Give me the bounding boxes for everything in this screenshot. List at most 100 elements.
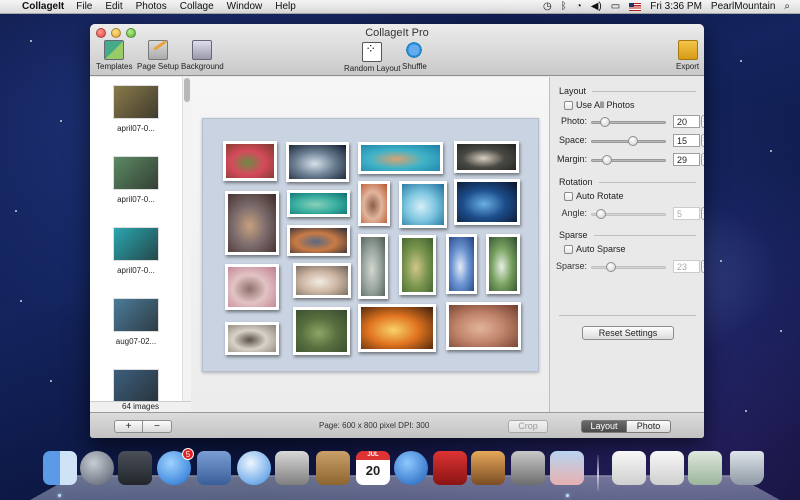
shuffle-button[interactable]: Shuffle bbox=[402, 40, 427, 71]
menu-window[interactable]: Window bbox=[227, 1, 263, 12]
collage-photo-cave-sunset[interactable] bbox=[225, 191, 279, 255]
space-slider-knob[interactable] bbox=[628, 136, 638, 146]
collage-photo-campfire[interactable] bbox=[358, 304, 436, 352]
document-icon[interactable] bbox=[612, 451, 646, 485]
wifi-icon[interactable]: ◔ bbox=[576, 1, 582, 12]
facetime-icon[interactable] bbox=[275, 451, 309, 485]
checkbox-box[interactable] bbox=[564, 191, 573, 201]
auto-rotate-checkbox[interactable]: Auto Rotate bbox=[564, 191, 624, 201]
menu-user[interactable]: PearlMountain bbox=[711, 1, 775, 12]
crop-button[interactable]: Crop bbox=[508, 420, 548, 433]
photo-view-tab[interactable]: Photo bbox=[627, 420, 671, 433]
us-flag-icon[interactable] bbox=[629, 2, 642, 11]
angle-slider-knob[interactable] bbox=[596, 209, 606, 219]
photo-stepper[interactable]: ▲▼ bbox=[701, 115, 704, 128]
sparse-stepper[interactable]: ▲▼ bbox=[701, 260, 704, 273]
collage-canvas[interactable] bbox=[202, 118, 539, 372]
app-store-icon[interactable]: 5 bbox=[157, 448, 194, 485]
layout-view-tab[interactable]: Layout bbox=[581, 420, 627, 433]
reset-settings-button[interactable]: Reset Settings bbox=[582, 326, 674, 340]
collage-photo-red-canyon[interactable] bbox=[358, 181, 390, 226]
random-layout-button[interactable]: Random Layout bbox=[344, 40, 400, 73]
volume-icon[interactable]: ◀) bbox=[591, 1, 602, 12]
use-all-photos-checkbox[interactable]: Use All Photos bbox=[564, 100, 635, 110]
collage-photo-red-algae[interactable] bbox=[446, 302, 521, 350]
system-preferences-icon[interactable] bbox=[511, 451, 545, 485]
status-area: ◷ ᛒ ◔ ◀) ▭ Fri 3:36 PM PearlMountain ⌕ bbox=[543, 1, 800, 12]
collage-photo-pink-desert[interactable] bbox=[225, 264, 279, 310]
photo-setting-row: Photo: 20 ▲▼ bbox=[550, 115, 704, 129]
shuffle-icon bbox=[404, 40, 425, 60]
bluetooth-icon[interactable]: ᛒ bbox=[561, 1, 567, 12]
collage-photo-red-flower[interactable] bbox=[223, 141, 277, 181]
collage-photo-earth-orbit[interactable] bbox=[454, 179, 520, 225]
margin-field[interactable]: 29 bbox=[673, 153, 700, 166]
spotlight-search-icon[interactable]: ⌕ bbox=[784, 1, 790, 12]
collage-photo-waterfall[interactable] bbox=[486, 234, 520, 294]
contacts-icon[interactable] bbox=[316, 451, 350, 485]
collage-photo-lake-sunset[interactable] bbox=[287, 225, 350, 256]
collage-photo-ice-cave[interactable] bbox=[399, 181, 447, 228]
menu-app-name[interactable]: CollageIt bbox=[22, 1, 64, 12]
menu-file[interactable]: File bbox=[76, 1, 92, 12]
angle-field[interactable]: 5 bbox=[673, 207, 700, 220]
export-button[interactable]: Export bbox=[676, 40, 699, 71]
angle-stepper[interactable]: ▲▼ bbox=[701, 207, 704, 220]
space-field[interactable]: 15 bbox=[673, 134, 700, 147]
photo-list-scrollbar[interactable] bbox=[182, 77, 191, 402]
templates-button[interactable]: Templates bbox=[96, 40, 132, 71]
space-stepper[interactable]: ▲▼ bbox=[701, 134, 704, 147]
background-button[interactable]: Background bbox=[181, 40, 224, 71]
checkbox-box[interactable] bbox=[564, 244, 573, 254]
calendar-icon[interactable]: JUL 20 bbox=[356, 451, 390, 485]
list-item[interactable] bbox=[90, 369, 182, 402]
checkbox-box[interactable] bbox=[564, 100, 573, 110]
mission-control-icon[interactable] bbox=[118, 451, 152, 485]
battery-icon[interactable]: ▭ bbox=[611, 1, 620, 12]
collage-photo-turtle-sea[interactable] bbox=[287, 190, 350, 217]
photo-image bbox=[361, 237, 385, 296]
photo-field[interactable]: 20 bbox=[673, 115, 700, 128]
downloads-stack-icon[interactable] bbox=[650, 451, 684, 485]
list-item[interactable]: aug07-02... bbox=[90, 298, 182, 346]
auto-sparse-checkbox[interactable]: Auto Sparse bbox=[564, 244, 626, 254]
collage-photo-stones[interactable] bbox=[225, 322, 279, 355]
collage-photo-snowy-peak[interactable] bbox=[293, 263, 351, 298]
sparse-slider-knob[interactable] bbox=[606, 262, 616, 272]
iphoto-icon[interactable] bbox=[471, 451, 505, 485]
margin-slider-knob[interactable] bbox=[602, 155, 612, 165]
margin-stepper[interactable]: ▲▼ bbox=[701, 153, 704, 166]
collage-photo-comet-sky[interactable] bbox=[286, 142, 349, 182]
remove-photo-button[interactable]: − bbox=[143, 420, 172, 433]
menu-edit[interactable]: Edit bbox=[105, 1, 122, 12]
page-setup-button[interactable]: Page Setup bbox=[137, 40, 179, 71]
finder-icon[interactable] bbox=[43, 451, 77, 485]
collage-photo-green-river[interactable] bbox=[293, 307, 350, 355]
launchpad-icon[interactable] bbox=[80, 451, 114, 485]
mail-icon[interactable] bbox=[197, 451, 231, 485]
collage-photo-aerial-terrain[interactable] bbox=[454, 141, 519, 173]
list-item[interactable]: april07-0... bbox=[90, 85, 182, 133]
image-stack-icon[interactable] bbox=[688, 451, 722, 485]
itunes-icon[interactable] bbox=[394, 451, 428, 485]
menu-photos[interactable]: Photos bbox=[136, 1, 167, 12]
collage-photo-misty-falls[interactable] bbox=[358, 234, 388, 299]
time-machine-icon[interactable]: ◷ bbox=[543, 1, 552, 12]
sparse-field[interactable]: 23 bbox=[673, 260, 700, 273]
collage-photo-blue-iris[interactable] bbox=[446, 234, 477, 294]
menu-clock[interactable]: Fri 3:36 PM bbox=[650, 1, 702, 12]
collageit-dock-icon[interactable] bbox=[550, 451, 584, 485]
add-photo-button[interactable]: + bbox=[114, 420, 143, 433]
collage-photo-coral-reef[interactable] bbox=[358, 142, 443, 174]
sparse-slider[interactable] bbox=[591, 266, 666, 269]
photo-slider-knob[interactable] bbox=[600, 117, 610, 127]
list-item[interactable]: april07-0... bbox=[90, 156, 182, 204]
scrollbar-thumb[interactable] bbox=[184, 78, 190, 102]
menu-help[interactable]: Help bbox=[275, 1, 296, 12]
photo-booth-icon[interactable] bbox=[433, 451, 467, 485]
trash-icon[interactable] bbox=[730, 451, 764, 485]
list-item[interactable]: april07-0... bbox=[90, 227, 182, 275]
safari-icon[interactable] bbox=[237, 451, 271, 485]
collage-photo-green-gorge[interactable] bbox=[399, 235, 436, 295]
menu-collage[interactable]: Collage bbox=[180, 1, 214, 12]
